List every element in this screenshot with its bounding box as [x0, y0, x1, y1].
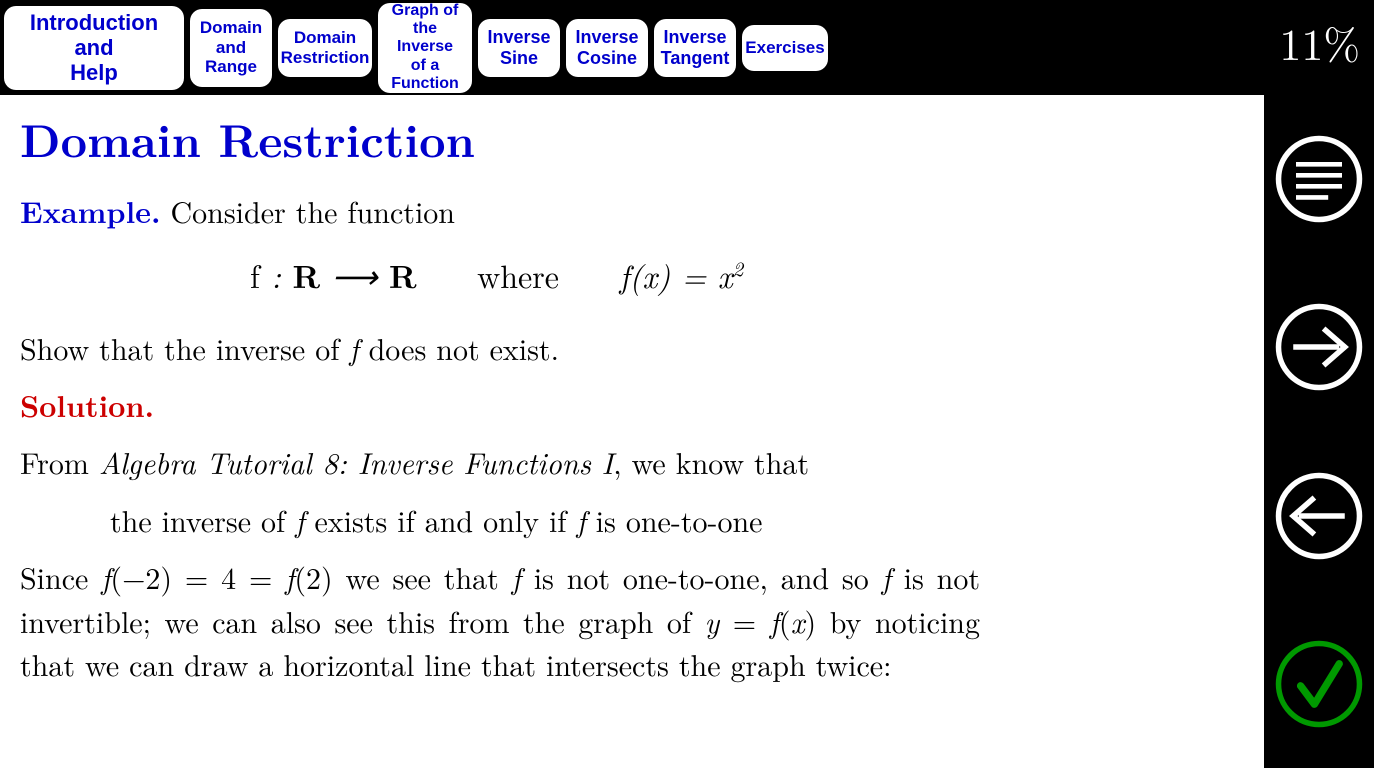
example-label: Example.: [20, 189, 161, 232]
topbar: Introduction and HelpDomain and RangeDom…: [0, 0, 1374, 95]
tab-3[interactable]: Graph of the Inverse of a Function: [378, 3, 472, 93]
sol-ref: Algebra Tutorial 8: Inverse Functions I: [99, 440, 613, 483]
tab-1[interactable]: Domain and Range: [190, 9, 272, 87]
solution-label: Solution.: [20, 383, 1244, 426]
tab-6[interactable]: Inverse Tangent: [654, 19, 736, 77]
tab-4[interactable]: Inverse Sine: [478, 19, 560, 77]
solution-ref-line: From Algebra Tutorial 8: Inverse Functio…: [20, 440, 980, 484]
sol-from: From: [20, 440, 99, 483]
tab-7[interactable]: Exercises: [742, 25, 828, 71]
next-button[interactable]: [1264, 263, 1374, 431]
example-task: Show that the inverse of f does not exis…: [20, 326, 980, 370]
content-area: Domain Restriction Example. Consider the…: [0, 95, 1264, 768]
tab-5[interactable]: Inverse Cosine: [566, 19, 648, 77]
check-button[interactable]: [1264, 600, 1374, 768]
sol-after-ref: , we know that: [613, 440, 809, 483]
check-icon: [1273, 638, 1365, 730]
arrow-right-icon: [1273, 301, 1365, 393]
example-intro: Consider the function: [161, 189, 455, 232]
solution-fact: the inverse of f exists if and only if f…: [110, 498, 1070, 542]
tab-2[interactable]: Domain Restriction: [278, 19, 372, 77]
menu-button[interactable]: [1264, 95, 1374, 263]
solution-para-2: Since f(−2) = 4 = f(2) we see that f is …: [20, 555, 980, 686]
arrow-left-icon: [1273, 470, 1365, 562]
tab-0[interactable]: Introduction and Help: [4, 6, 184, 90]
tabs-row: Introduction and HelpDomain and RangeDom…: [0, 0, 828, 95]
math-display: f : R ⟶ R where f(x) = x2: [250, 253, 1244, 298]
page-title: Domain Restriction: [20, 105, 1244, 171]
prev-button[interactable]: [1264, 432, 1374, 600]
menu-icon: [1273, 133, 1365, 225]
sidebar-controls: [1264, 95, 1374, 768]
example-line: Example. Consider the function: [20, 189, 980, 233]
progress-percent: 11%: [1279, 10, 1360, 73]
